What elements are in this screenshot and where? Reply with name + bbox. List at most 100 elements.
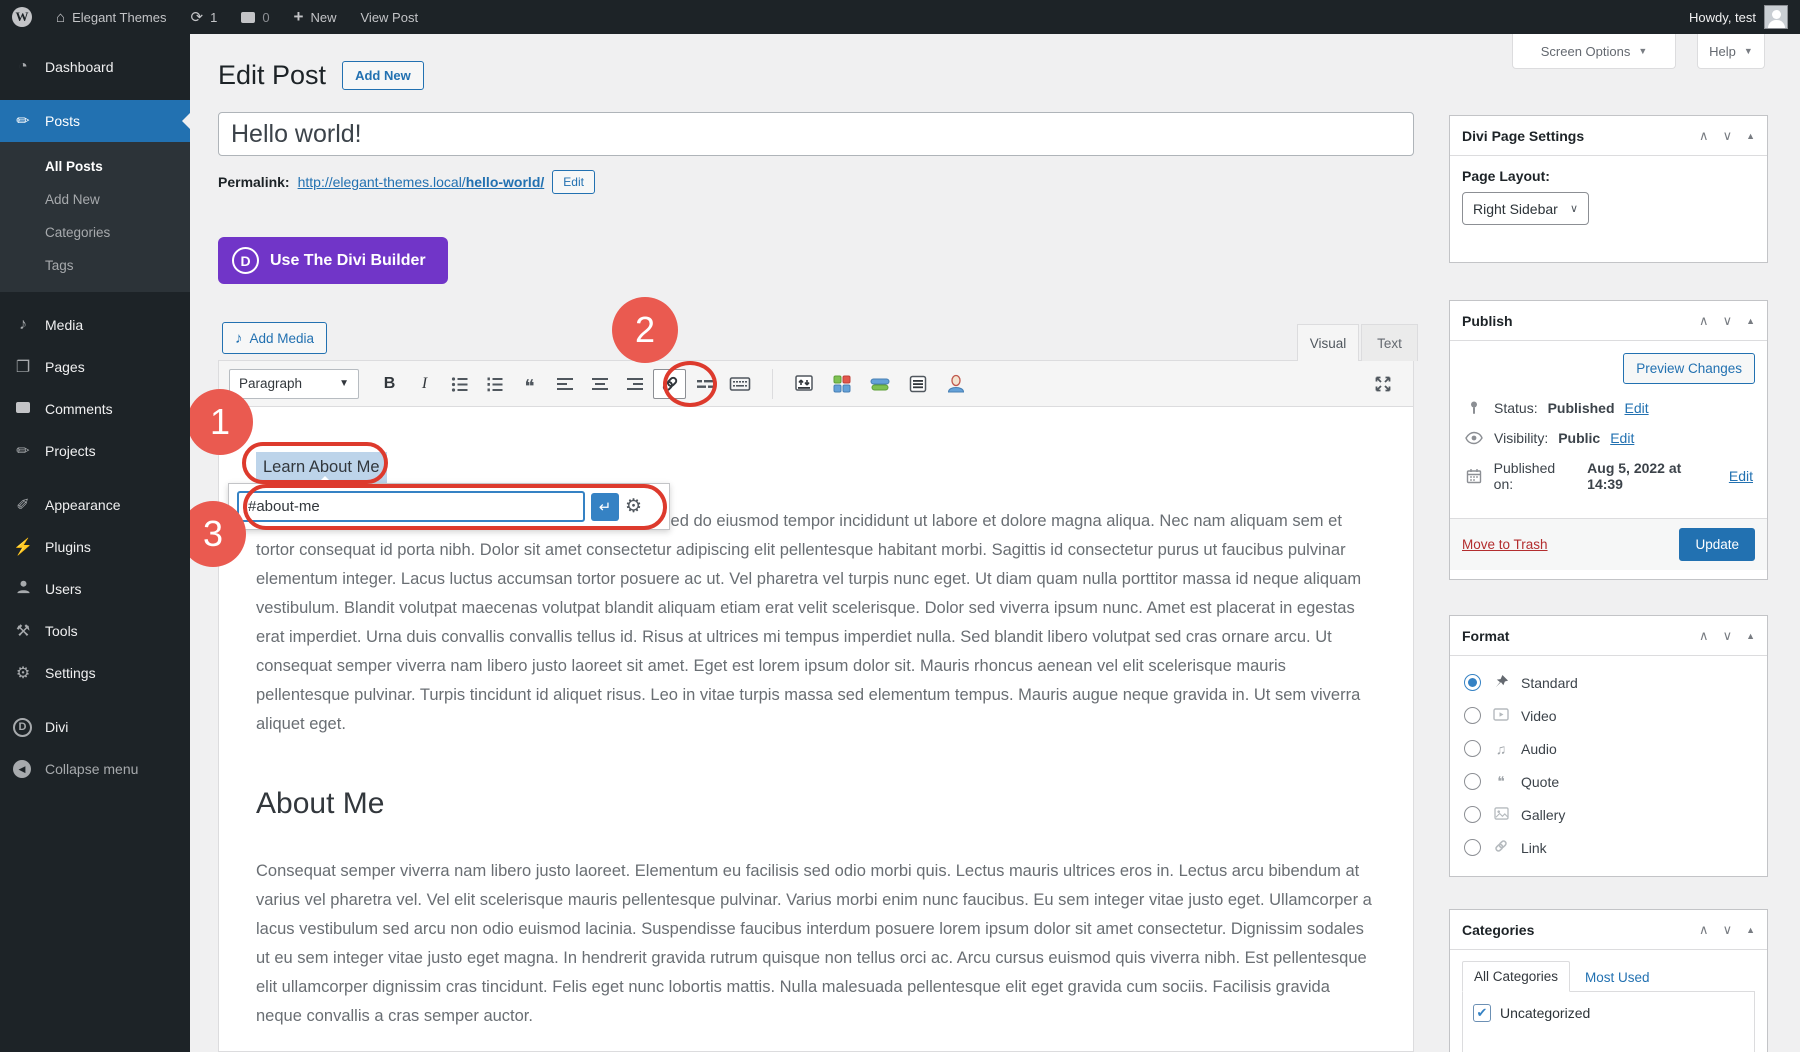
sidebar-item-all-posts[interactable]: All Posts <box>0 150 190 183</box>
toggle-panel-icon[interactable]: ▲ <box>1746 316 1755 326</box>
use-divi-builder-button[interactable]: D Use The Divi Builder <box>218 237 448 284</box>
move-up-icon[interactable]: ∧ <box>1699 313 1709 329</box>
move-up-icon[interactable]: ∧ <box>1699 628 1709 644</box>
fullscreen-button[interactable] <box>1366 369 1399 399</box>
sidebar-item-posts[interactable]: ✏ Posts <box>0 100 190 142</box>
insert-link-button[interactable] <box>653 369 686 399</box>
numbered-list-button[interactable] <box>478 369 511 399</box>
sidebar-item-projects[interactable]: ✏ Projects <box>0 430 190 472</box>
move-up-icon[interactable]: ∧ <box>1699 922 1709 938</box>
align-left-button[interactable] <box>548 369 581 399</box>
radio-standard[interactable] <box>1464 674 1481 691</box>
view-post-link[interactable]: View Post <box>349 0 431 34</box>
format-option-label[interactable]: Link <box>1521 840 1547 856</box>
update-button[interactable]: Update <box>1679 528 1755 561</box>
sidebar-item-settings[interactable]: ⚙ Settings <box>0 652 190 694</box>
format-option-label[interactable]: Standard <box>1521 675 1578 691</box>
screen-options-tab[interactable]: Screen Options ▼ <box>1512 34 1676 69</box>
sidebar-item-pages[interactable]: ❐ Pages <box>0 346 190 388</box>
sidebar-item-dashboard[interactable]: ◔ Dashboard <box>0 46 190 88</box>
edit-visibility-link[interactable]: Edit <box>1610 430 1634 446</box>
sidebar-item-plugins[interactable]: ⚡ Plugins <box>0 526 190 568</box>
radio-audio[interactable] <box>1464 740 1481 757</box>
divi-list-button[interactable] <box>901 369 934 399</box>
add-new-button[interactable]: Add New <box>342 61 424 90</box>
most-used-tab[interactable]: Most Used <box>1574 963 1661 992</box>
align-left-icon <box>555 374 575 394</box>
move-down-icon[interactable]: ∨ <box>1723 922 1733 938</box>
move-to-trash-link[interactable]: Move to Trash <box>1462 537 1548 552</box>
format-option-label[interactable]: Quote <box>1521 774 1559 790</box>
category-label[interactable]: Uncategorized <box>1500 1005 1590 1021</box>
all-categories-tab[interactable]: All Categories <box>1462 961 1570 992</box>
panel-header[interactable]: Publish ∧ ∨ ▲ <box>1450 301 1767 341</box>
sidebar-item-collapse-menu[interactable]: ◀ Collapse menu <box>0 748 190 790</box>
comments-menu[interactable]: 0 <box>229 0 281 34</box>
radio-quote[interactable] <box>1464 773 1481 790</box>
toolbar-toggle-button[interactable] <box>723 369 756 399</box>
toggle-panel-icon[interactable]: ▲ <box>1746 131 1755 141</box>
sidebar-item-comments[interactable]: Comments <box>0 388 190 430</box>
align-right-button[interactable] <box>618 369 651 399</box>
comments-count: 0 <box>262 10 269 25</box>
sidebar-item-categories[interactable]: Categories <box>0 216 190 249</box>
format-option-label[interactable]: Audio <box>1521 741 1557 757</box>
move-down-icon[interactable]: ∨ <box>1723 128 1733 144</box>
move-up-icon[interactable]: ∧ <box>1699 128 1709 144</box>
preview-changes-button[interactable]: Preview Changes <box>1623 353 1755 384</box>
uncategorized-checkbox[interactable]: ✔ <box>1473 1004 1491 1022</box>
wp-admin-edit-post-page: W ⌂ Elegant Themes ⟳ 1 0 + New View Post… <box>0 0 1800 1052</box>
permalink-link[interactable]: http://elegant-themes.local/hello-world/ <box>298 174 545 190</box>
help-tab[interactable]: Help ▼ <box>1697 34 1765 69</box>
my-account-menu[interactable]: Howdy, test <box>1689 5 1800 29</box>
import-export-button[interactable] <box>787 369 820 399</box>
toggle-panel-icon[interactable]: ▲ <box>1746 925 1755 935</box>
panel-header[interactable]: Format ∧ ∨ ▲ <box>1450 616 1767 656</box>
sidebar-item-divi[interactable]: D Divi <box>0 706 190 748</box>
blockquote-button[interactable]: ❝ <box>513 369 546 399</box>
bullet-list-button[interactable] <box>443 369 476 399</box>
sidebar-label: Pages <box>45 359 85 375</box>
apply-link-button[interactable]: ↵ <box>591 493 619 521</box>
wp-logo-menu[interactable]: W <box>0 0 44 34</box>
sidebar-item-media[interactable]: ♪ Media <box>0 304 190 346</box>
move-down-icon[interactable]: ∨ <box>1723 628 1733 644</box>
page-layout-select[interactable]: Right Sidebar ∨ <box>1462 192 1589 225</box>
divi-modules-button[interactable] <box>825 369 858 399</box>
read-more-button[interactable] <box>688 369 721 399</box>
panel-header[interactable]: Categories ∧ ∨ ▲ <box>1450 910 1767 950</box>
sidebar-item-appearance[interactable]: ✐ Appearance <box>0 484 190 526</box>
text-tab[interactable]: Text <box>1361 324 1418 361</box>
sidebar-item-tags[interactable]: Tags <box>0 249 190 282</box>
italic-button[interactable]: I <box>408 369 441 399</box>
format-option-label[interactable]: Gallery <box>1521 807 1565 823</box>
link-url-input[interactable] <box>237 491 585 522</box>
link-options-gear-icon[interactable]: ⚙ <box>625 497 642 516</box>
permalink-base: http://elegant-themes.local/ <box>298 174 466 190</box>
toggle-panel-icon[interactable]: ▲ <box>1746 631 1755 641</box>
move-down-icon[interactable]: ∨ <box>1723 313 1733 329</box>
paragraph-format-select[interactable]: Paragraph ▼ <box>229 369 359 399</box>
site-menu[interactable]: ⌂ Elegant Themes <box>44 0 179 34</box>
sidebar-item-add-new[interactable]: Add New <box>0 183 190 216</box>
sidebar-item-tools[interactable]: ⚒ Tools <box>0 610 190 652</box>
edit-status-link[interactable]: Edit <box>1625 400 1649 416</box>
edit-published-link[interactable]: Edit <box>1729 468 1753 484</box>
new-content-menu[interactable]: + New <box>282 0 349 34</box>
bold-button[interactable]: B <box>373 369 406 399</box>
format-option-label[interactable]: Video <box>1521 708 1557 724</box>
permalink-edit-button[interactable]: Edit <box>552 170 595 194</box>
radio-video[interactable] <box>1464 707 1481 724</box>
divi-author-button[interactable] <box>939 369 972 399</box>
updates-menu[interactable]: ⟳ 1 <box>179 0 230 34</box>
radio-link[interactable] <box>1464 839 1481 856</box>
divi-layouts-button[interactable] <box>863 369 896 399</box>
panel-header[interactable]: Divi Page Settings ∧ ∨ ▲ <box>1450 116 1767 156</box>
post-title-input[interactable] <box>218 112 1414 156</box>
add-media-button[interactable]: ♪ Add Media <box>222 322 327 354</box>
chevron-down-icon: ▼ <box>1638 46 1647 56</box>
radio-gallery[interactable] <box>1464 806 1481 823</box>
visual-tab[interactable]: Visual <box>1297 324 1359 361</box>
align-center-button[interactable] <box>583 369 616 399</box>
sidebar-item-users[interactable]: Users <box>0 568 190 610</box>
